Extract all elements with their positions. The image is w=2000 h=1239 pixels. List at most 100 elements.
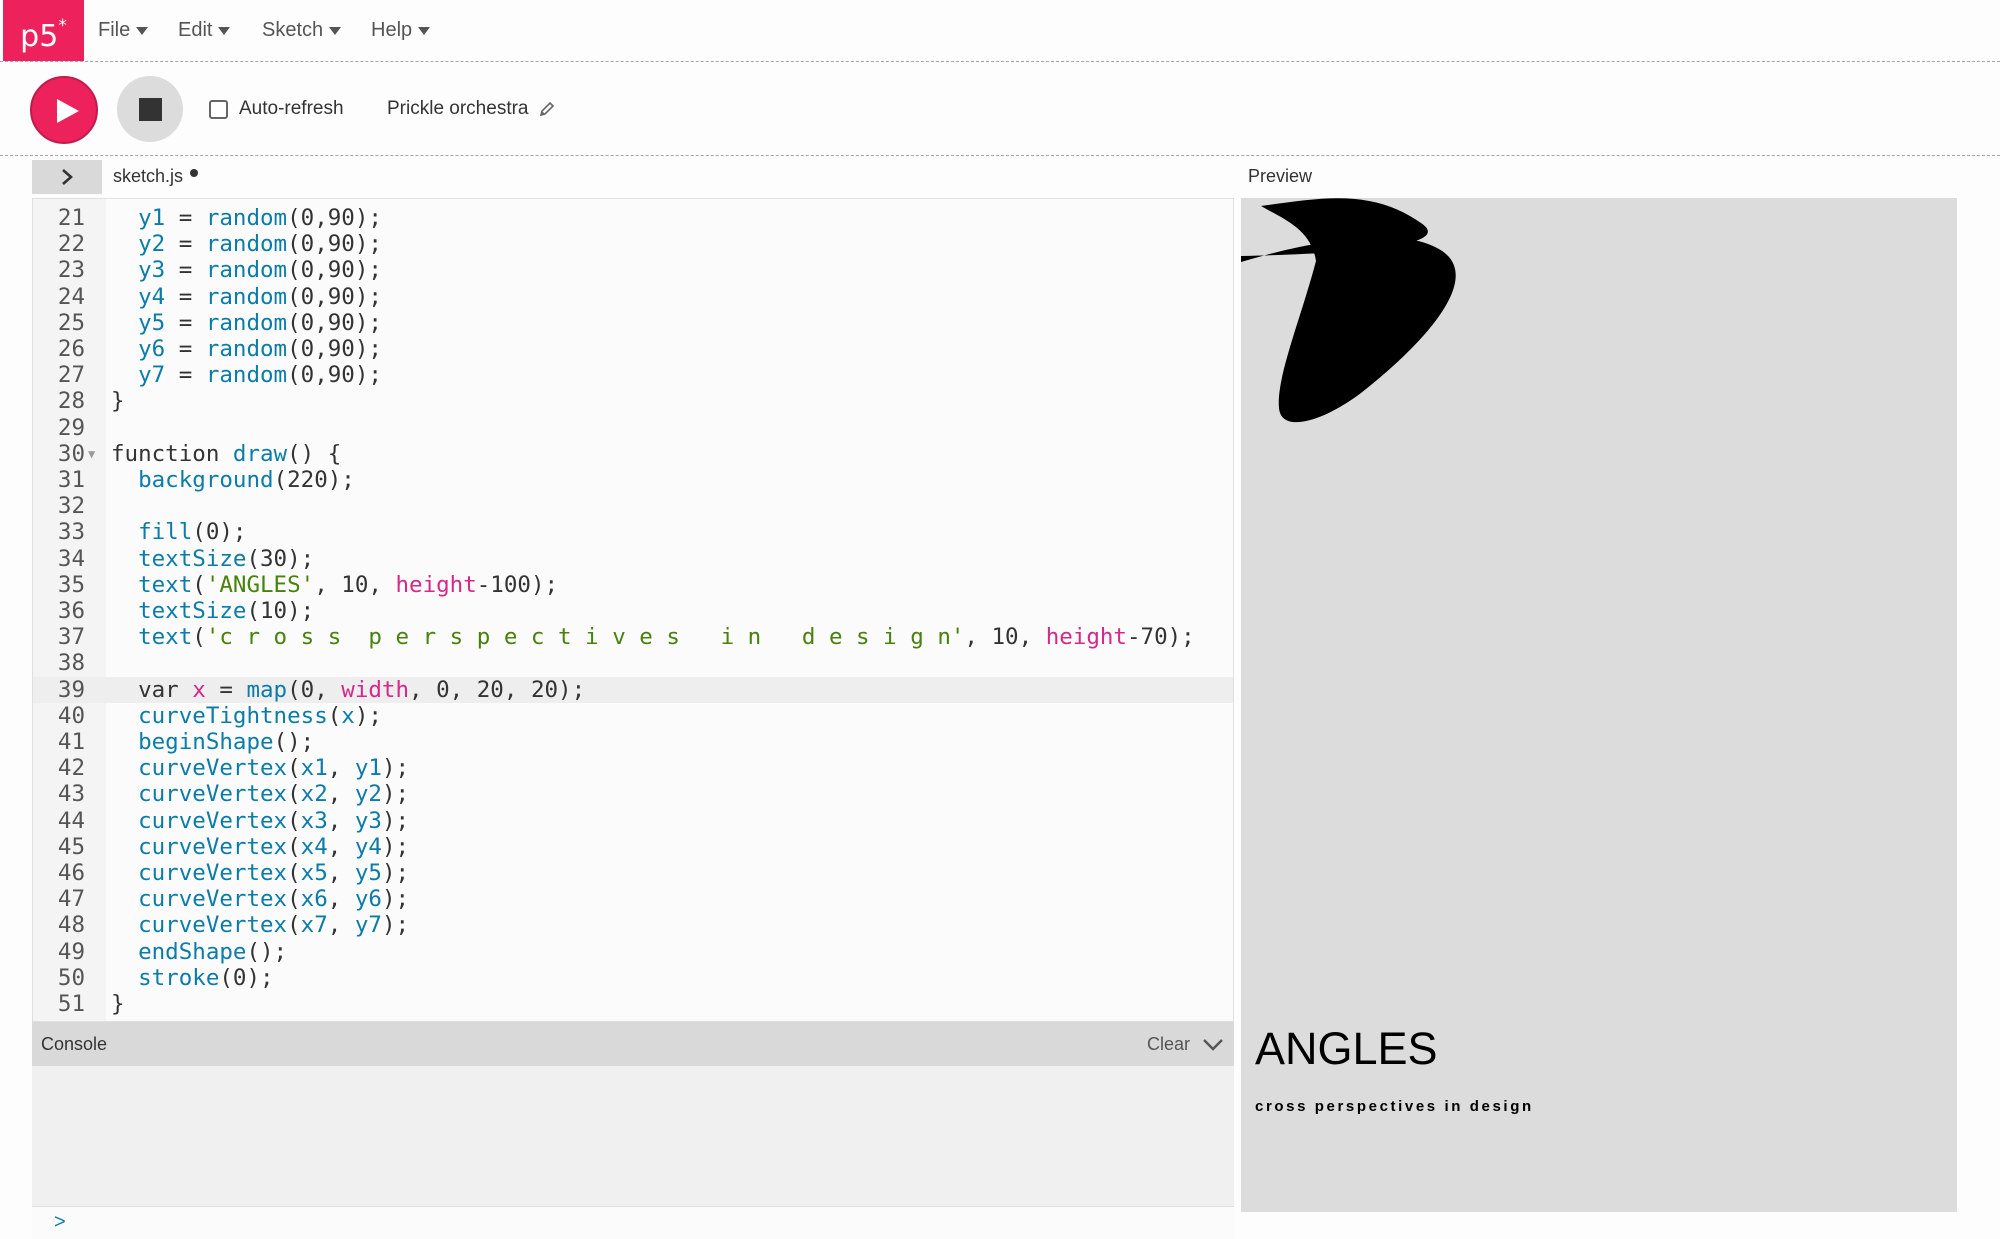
code-line[interactable]: 45 curveVertex(x4, y4);	[33, 833, 1233, 860]
code-line[interactable]: 32	[33, 493, 1233, 520]
menu-file-label: File	[98, 19, 131, 41]
code-text: fill(0);	[138, 519, 247, 546]
code-line[interactable]: 40 curveTightness(x);	[33, 702, 1233, 729]
line-number: 50	[57, 964, 85, 991]
pencil-icon[interactable]	[538, 100, 556, 118]
line-number: 21	[57, 205, 85, 231]
code-line[interactable]: 49 endShape();	[33, 938, 1233, 965]
top-nav: p5* File Edit Sketch Help	[0, 0, 2000, 62]
menu-sketch[interactable]: Sketch	[262, 0, 342, 61]
stop-icon	[139, 98, 162, 121]
code-text: y1 = random(0,90);	[138, 205, 382, 231]
chevron-down-icon[interactable]	[1202, 1034, 1224, 1056]
line-number: 48	[57, 912, 85, 939]
code-line[interactable]: 43 curveVertex(x2, y2);	[33, 781, 1233, 808]
file-tab-sketch-js[interactable]: sketch.js	[113, 166, 183, 187]
auto-refresh-checkbox[interactable]	[209, 100, 228, 119]
line-number: 28	[57, 388, 85, 415]
code-editor[interactable]: 21 y1 = random(0,90); 22 y2 = random(0,90…	[32, 198, 1234, 1022]
unsaved-indicator	[190, 169, 198, 177]
console-prompt-icon: >	[54, 1211, 66, 1233]
line-number: 37	[57, 624, 85, 651]
code-line[interactable]: 48 curveVertex(x7, y7);	[33, 912, 1233, 939]
menu-edit[interactable]: Edit	[178, 0, 231, 61]
line-number: 30	[57, 440, 85, 467]
code-text: y5 = random(0,90);	[138, 309, 382, 336]
caret-down-icon	[329, 26, 342, 35]
preview-canvas[interactable]: ANGLES cross perspectives in design	[1241, 198, 1957, 1212]
console-input[interactable]: >	[32, 1206, 1234, 1239]
p5-logo[interactable]: p5*	[3, 0, 84, 61]
code-line[interactable]: 46 curveVertex(x5, y5);	[33, 860, 1233, 886]
code-line[interactable]: 42 curveVertex(x1, y1);	[33, 755, 1233, 781]
logo-text: p5	[20, 19, 59, 54]
code-line[interactable]: 47 curveVertex(x6, y6);	[33, 886, 1233, 913]
code-text: y3 = random(0,90);	[138, 257, 382, 284]
sidebar-toggle-button[interactable]	[32, 160, 102, 194]
code-line[interactable]: 26 y6 = random(0,90);	[33, 336, 1233, 362]
code-line[interactable]: 23 y3 = random(0,90);	[33, 257, 1233, 284]
sketch-curve-shape	[1241, 198, 1456, 423]
code-line[interactable]: 33 fill(0);	[33, 519, 1233, 546]
code-text: y2 = random(0,90);	[138, 231, 382, 258]
code-text: beginShape();	[138, 729, 315, 755]
line-number: 31	[57, 467, 85, 493]
code-text: textSize(30);	[138, 545, 315, 572]
code-line[interactable]: 50 stroke(0);	[33, 964, 1233, 991]
code-text: textSize(10);	[138, 598, 315, 624]
code-text: curveTightness(x);	[138, 702, 382, 729]
code-text: stroke(0);	[138, 964, 274, 991]
code-line[interactable]: 29	[33, 415, 1233, 441]
play-button[interactable]	[30, 76, 98, 144]
line-number: 39	[57, 676, 85, 703]
code-text: curveVertex(x4, y4);	[138, 833, 410, 860]
code-text: }	[111, 991, 125, 1017]
menu-sketch-label: Sketch	[262, 19, 324, 41]
line-number: 46	[57, 860, 85, 886]
code-line[interactable]: 25 y5 = random(0,90);	[33, 309, 1233, 336]
code-text: curveVertex(x5, y5);	[138, 860, 410, 886]
code-line[interactable]: 39 var x = map(0, width, 0, 20, 20);	[33, 676, 1233, 703]
console-title: Console	[41, 1034, 108, 1054]
code-text: function draw() {	[111, 440, 342, 467]
code-text: y6 = random(0,90);	[138, 336, 382, 362]
code-text: text('ANGLES', 10, height-100);	[138, 571, 559, 598]
code-line[interactable]: 24 y4 = random(0,90);	[33, 284, 1233, 310]
code-text: endShape();	[138, 938, 288, 965]
line-number: 33	[57, 519, 85, 546]
code-line[interactable]: 51}	[33, 991, 1233, 1017]
code-text: }	[111, 388, 125, 415]
code-line[interactable]: 36 textSize(10);	[33, 598, 1233, 624]
code-line[interactable]: 22 y2 = random(0,90);	[33, 231, 1233, 258]
code-line[interactable]: 38	[33, 650, 1233, 676]
code-line[interactable]: 41 beginShape();	[33, 729, 1233, 755]
line-number: 25	[57, 309, 85, 336]
stop-button[interactable]	[117, 76, 183, 142]
code-line[interactable]: 21 y1 = random(0,90);	[33, 205, 1233, 231]
sketch-name[interactable]: Prickle orchestra	[387, 98, 529, 120]
caret-down-icon	[418, 26, 431, 35]
code-text: curveVertex(x7, y7);	[138, 912, 410, 939]
caret-down-icon	[136, 26, 149, 35]
line-number: 27	[57, 362, 85, 389]
line-number: 47	[57, 886, 85, 913]
auto-refresh-label[interactable]: Auto-refresh	[239, 98, 344, 120]
code-line[interactable]: 37 text('c r o s s p e r s p e c t i v e…	[33, 624, 1233, 651]
line-number: 32	[57, 493, 85, 520]
code-text: curveVertex(x2, y2);	[138, 781, 410, 808]
code-text: curveVertex(x3, y3);	[138, 807, 410, 834]
menu-help[interactable]: Help	[371, 0, 431, 61]
fold-arrow-icon[interactable]: ▼	[88, 441, 95, 467]
console-clear-button[interactable]: Clear	[1147, 1034, 1190, 1055]
play-icon	[57, 99, 79, 123]
code-line[interactable]: 27 y7 = random(0,90);	[33, 362, 1233, 389]
code-line[interactable]: 31 background(220);	[33, 467, 1233, 493]
toolbar: Auto-refresh Prickle orchestra	[0, 62, 2000, 156]
code-line[interactable]: 28}	[33, 388, 1233, 415]
code-line[interactable]: 34 textSize(30);	[33, 545, 1233, 572]
menu-file[interactable]: File	[98, 0, 149, 61]
code-line[interactable]: 44 curveVertex(x3, y3);	[33, 807, 1233, 834]
code-line[interactable]: 30 ▼ function draw() {	[33, 440, 1233, 467]
code-line[interactable]: 35 text('ANGLES', 10, height-100);	[33, 571, 1233, 598]
line-number: 22	[57, 231, 85, 258]
